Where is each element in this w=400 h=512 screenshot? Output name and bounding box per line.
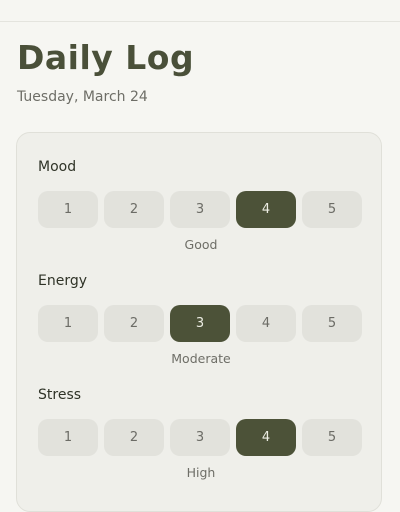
energy-label: Energy [38,273,88,289]
mood-label: Mood [38,159,77,175]
top-bar [0,0,400,22]
stress-caption: High [186,465,216,480]
stress-option-2[interactable]: 2 [104,419,164,456]
mood-option-1[interactable]: 1 [38,191,98,228]
stress-scale: 1 2 3 4 5 [38,419,364,456]
energy-option-3[interactable]: 3 [170,305,230,342]
stress-option-5[interactable]: 5 [302,419,362,456]
stress-option-3[interactable]: 3 [170,419,230,456]
mood-option-4[interactable]: 4 [236,191,296,228]
energy-caption: Moderate [171,351,231,366]
mood-section: Mood 1 2 3 4 5 Good [38,157,364,252]
stress-option-4[interactable]: 4 [236,419,296,456]
page-date: Tuesday, March 24 [17,89,148,105]
mood-option-5[interactable]: 5 [302,191,362,228]
page-title: Daily Log [17,38,195,77]
stress-label: Stress [38,387,82,403]
mood-option-3[interactable]: 3 [170,191,230,228]
mood-caption: Good [184,237,218,252]
energy-section: Energy 1 2 3 4 5 Moderate [38,271,364,366]
energy-option-2[interactable]: 2 [104,305,164,342]
mood-scale: 1 2 3 4 5 [38,191,364,228]
energy-option-1[interactable]: 1 [38,305,98,342]
energy-scale: 1 2 3 4 5 [38,305,364,342]
log-card: Mood 1 2 3 4 5 Good Energy 1 2 3 4 5 Mod… [16,132,382,512]
mood-option-2[interactable]: 2 [104,191,164,228]
stress-option-1[interactable]: 1 [38,419,98,456]
energy-option-4[interactable]: 4 [236,305,296,342]
stress-section: Stress 1 2 3 4 5 High [38,385,364,480]
energy-option-5[interactable]: 5 [302,305,362,342]
